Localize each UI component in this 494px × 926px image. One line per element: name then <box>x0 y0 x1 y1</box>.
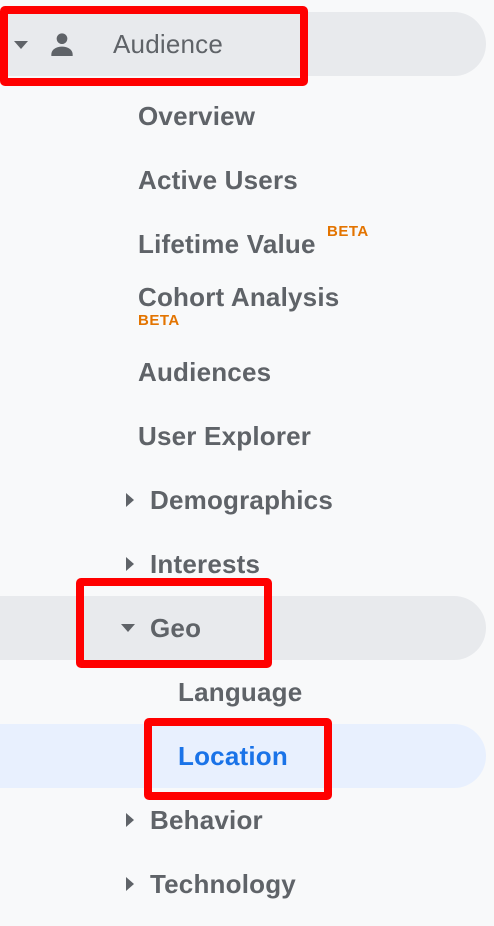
audience-nav-menu: Audience Overview Active Users Lifetime … <box>0 0 494 926</box>
sidebar-item-cohort-analysis[interactable]: Cohort Analysis BETA <box>0 276 494 340</box>
caret-right-icon <box>126 813 134 827</box>
lifetime-value-label: Lifetime Value <box>138 229 316 259</box>
highlight-box-location <box>144 718 332 800</box>
technology-label: Technology <box>150 869 296 899</box>
behavior-label: Behavior <box>150 805 263 835</box>
caret-right-icon <box>126 557 134 571</box>
interests-label: Interests <box>150 549 261 579</box>
caret-right-icon <box>126 877 134 891</box>
audiences-label: Audiences <box>138 357 272 387</box>
language-label: Language <box>178 677 303 707</box>
highlight-box-audience <box>0 6 308 86</box>
highlight-box-geo <box>76 578 272 668</box>
cohort-analysis-label: Cohort Analysis <box>138 282 340 312</box>
demographics-label: Demographics <box>150 485 334 515</box>
overview-label: Overview <box>138 101 256 131</box>
sidebar-item-audiences[interactable]: Audiences <box>0 340 494 404</box>
sidebar-item-overview[interactable]: Overview <box>0 84 494 148</box>
sidebar-item-user-explorer[interactable]: User Explorer <box>0 404 494 468</box>
sidebar-item-technology[interactable]: Technology <box>0 852 494 916</box>
beta-badge: BETA <box>327 223 369 240</box>
sidebar-item-demographics[interactable]: Demographics <box>0 468 494 532</box>
sidebar-item-active-users[interactable]: Active Users <box>0 148 494 212</box>
user-explorer-label: User Explorer <box>138 421 312 451</box>
sidebar-item-lifetime-value[interactable]: Lifetime Value BETA <box>0 212 494 276</box>
beta-badge: BETA <box>138 312 180 329</box>
active-users-label: Active Users <box>138 165 298 195</box>
caret-right-icon <box>126 493 134 507</box>
sidebar-item-language[interactable]: Language <box>0 660 494 724</box>
